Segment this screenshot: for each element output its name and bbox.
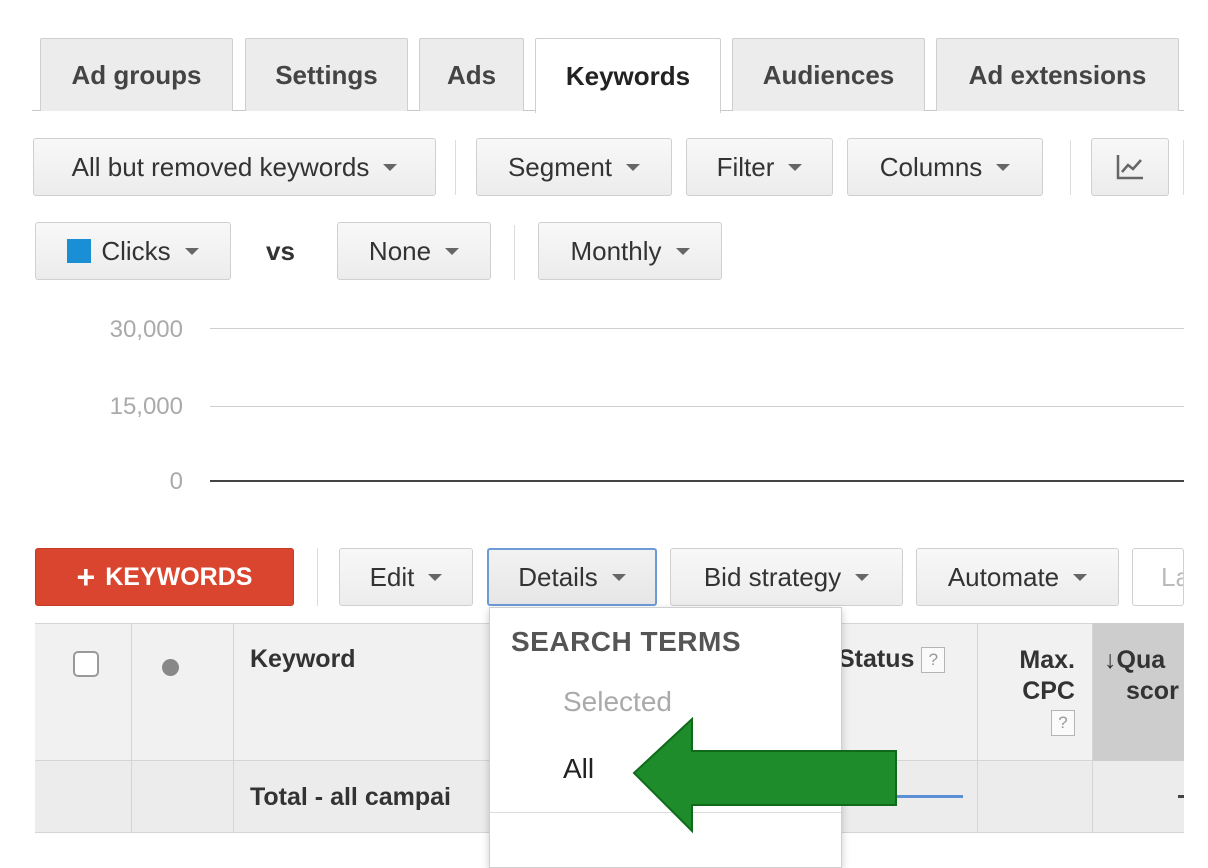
tab-label: Ads [446, 59, 497, 90]
toggle-chart-button[interactable] [1091, 138, 1169, 196]
edit-label: Edit [369, 561, 415, 592]
x-axis-baseline [210, 480, 1184, 482]
filter-button[interactable]: Filter [686, 138, 833, 196]
edit-button[interactable]: Edit [339, 548, 473, 606]
toolbar-separator [1183, 140, 1184, 195]
max-cpc-label: Max. [1019, 646, 1075, 674]
metric1-select[interactable]: Clicks [35, 222, 231, 280]
period-label: Monthly [570, 235, 662, 266]
metric1-label: Clicks [101, 235, 171, 266]
tab-label: Audiences [762, 59, 895, 90]
status-column-header[interactable]: Status ? [838, 645, 946, 674]
chevron-down-icon [383, 163, 398, 171]
columns-label: Columns [879, 151, 983, 182]
chevron-down-icon [675, 247, 690, 255]
column-separator [977, 623, 978, 833]
chevron-down-icon [184, 247, 199, 255]
details-label: Details [518, 561, 598, 592]
labels-label: La [1161, 561, 1183, 592]
green-arrow-icon [632, 716, 897, 834]
column-separator [233, 623, 234, 833]
tab-audiences[interactable]: Audiences [732, 38, 925, 111]
tab-label: Ad groups [71, 59, 202, 90]
chevron-down-icon [428, 573, 443, 581]
period-select[interactable]: Monthly [538, 222, 722, 280]
automate-button[interactable]: Automate [916, 548, 1119, 606]
plus-icon: + [76, 559, 96, 595]
metric2-label: None [368, 235, 432, 266]
add-keywords-button[interactable]: + KEYWORDS [35, 548, 294, 606]
bid-strategy-button[interactable]: Bid strategy [670, 548, 903, 606]
chevron-down-icon [445, 247, 460, 255]
total-quality-dash [1178, 795, 1184, 798]
column-separator [131, 623, 132, 833]
quality-score-column-header[interactable]: ↓Qua scor [1104, 645, 1184, 707]
chevron-down-icon [626, 163, 641, 171]
labels-button[interactable]: La [1132, 548, 1184, 606]
toolbar-separator [455, 140, 456, 195]
keyword-status-filter-label: All but removed keywords [71, 151, 370, 182]
max-cpc-label: CPC [1022, 677, 1075, 705]
tab-ad-groups[interactable]: Ad groups [40, 38, 233, 111]
annotation-line [897, 795, 963, 798]
tab-settings[interactable]: Settings [245, 38, 408, 111]
chevron-down-icon [855, 573, 870, 581]
segment-button[interactable]: Segment [476, 138, 672, 196]
sort-desc-arrow-icon: ↓ [1104, 646, 1117, 674]
status-dot-icon [162, 659, 179, 676]
menu-item-selected: Selected [563, 686, 672, 717]
y-tick-label: 15,000 [109, 393, 183, 420]
segment-label: Segment [507, 151, 613, 182]
select-all-checkbox[interactable] [73, 651, 99, 677]
toolbar-separator [514, 225, 515, 280]
tab-ads[interactable]: Ads [419, 38, 524, 111]
gridline [210, 328, 1184, 329]
y-tick-label: 30,000 [109, 316, 183, 343]
menu-item-all[interactable]: All [563, 753, 594, 785]
chevron-down-icon [996, 163, 1011, 171]
toolbar-separator [317, 548, 318, 606]
bid-strategy-label: Bid strategy [703, 561, 842, 592]
tab-keywords[interactable]: Keywords [535, 38, 721, 113]
toolbar-separator [1070, 140, 1071, 195]
line-chart-icon [1116, 155, 1143, 180]
max-cpc-column-header[interactable]: Max. CPC ? [990, 645, 1075, 738]
metric1-color-swatch [67, 239, 92, 263]
details-button[interactable]: Details [487, 548, 657, 606]
tab-label: Ad extensions [968, 59, 1147, 90]
keyword-column-header[interactable]: Keyword [250, 645, 356, 674]
chevron-down-icon [788, 163, 803, 171]
quality-score-label: scor [1126, 677, 1179, 705]
status-header-label: Status [838, 645, 915, 673]
tab-label: Keywords [565, 60, 691, 91]
chevron-down-icon [1073, 573, 1088, 581]
total-row-label: Total - all campai [250, 783, 451, 811]
metric2-select[interactable]: None [337, 222, 491, 280]
column-separator [1092, 623, 1093, 833]
search-terms-menu-header: SEARCH TERMS [511, 626, 742, 657]
quality-score-label: Qua [1116, 646, 1166, 674]
help-icon[interactable]: ? [1051, 710, 1075, 737]
columns-button[interactable]: Columns [847, 138, 1043, 196]
tab-ad-extensions[interactable]: Ad extensions [936, 38, 1179, 111]
add-keywords-label: KEYWORDS [105, 562, 253, 591]
filter-label: Filter [716, 151, 775, 182]
chevron-down-icon [611, 573, 626, 581]
vs-label: vs [266, 236, 295, 266]
tab-label: Settings [275, 59, 378, 90]
automate-label: Automate [947, 561, 1060, 592]
gridline [210, 406, 1184, 407]
y-tick-label: 0 [169, 468, 183, 495]
help-icon[interactable]: ? [921, 647, 946, 674]
keyword-status-filter-button[interactable]: All but removed keywords [33, 138, 436, 196]
